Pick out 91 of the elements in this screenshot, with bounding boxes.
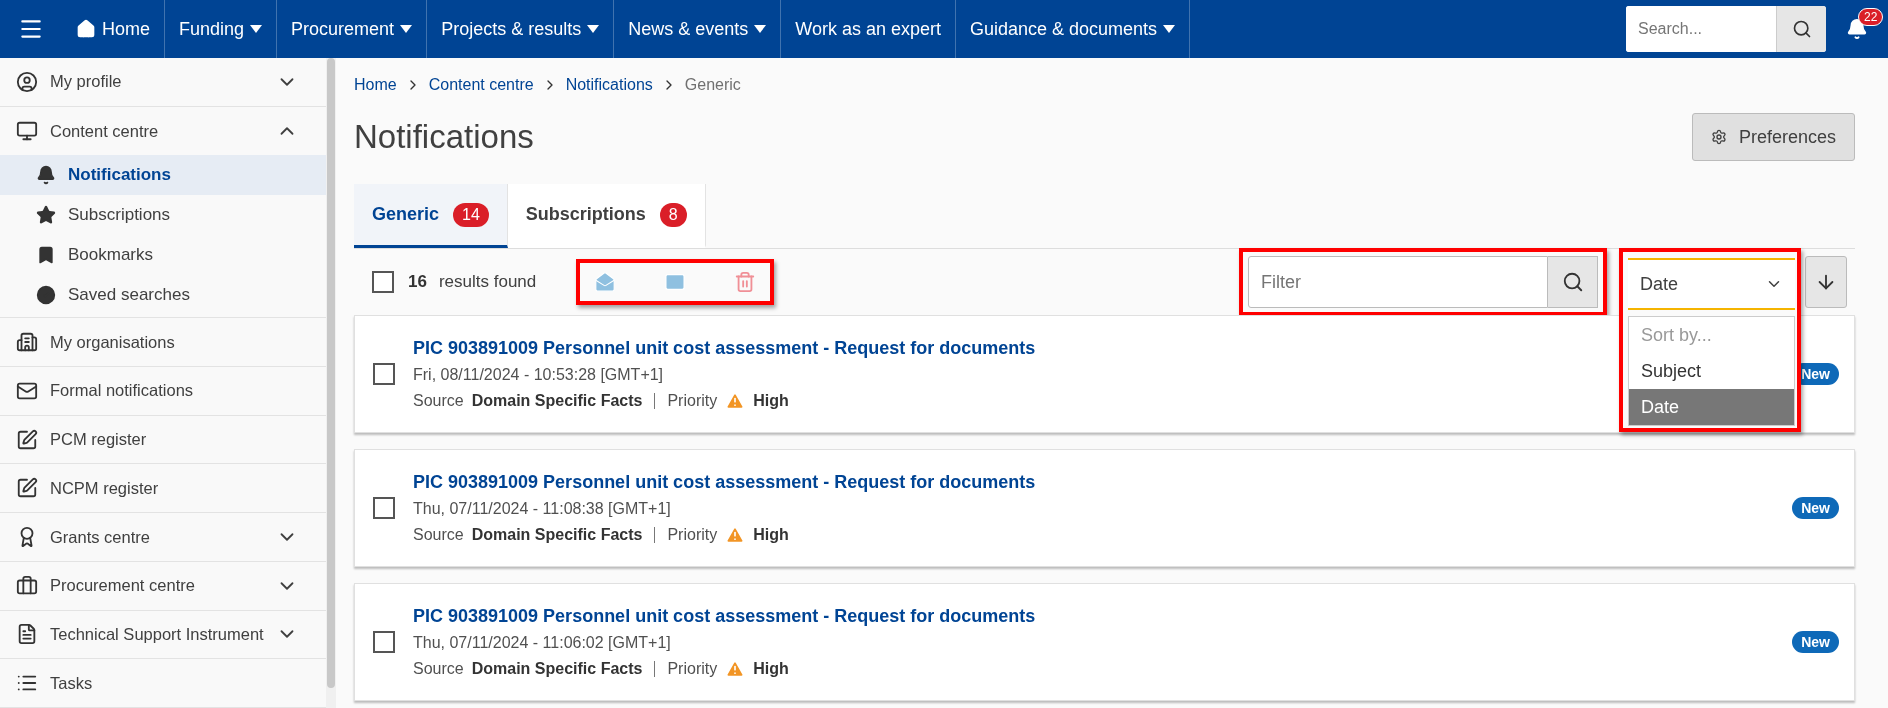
- sidebar-item[interactable]: Procurement centre: [0, 561, 326, 611]
- notifications-button[interactable]: 22: [1826, 0, 1888, 58]
- sidebar-subitem[interactable]: Bookmarks: [0, 235, 326, 276]
- caret-icon: [1163, 25, 1176, 33]
- nav-link[interactable]: Work as an expert: [781, 0, 956, 58]
- nav-label: Funding: [179, 18, 245, 40]
- notification-count: 22: [1858, 8, 1884, 26]
- search-icon: [1561, 271, 1584, 293]
- bookmark-icon: [36, 245, 56, 266]
- count-badge: 14: [453, 202, 489, 227]
- caret-icon: [250, 25, 263, 33]
- user-circle-icon: [16, 70, 38, 93]
- bell-icon: [36, 165, 56, 186]
- sidebar-item[interactable]: Tasks: [0, 659, 326, 708]
- pen-square-icon: [16, 428, 38, 451]
- source-value: Domain Specific Facts: [471, 525, 643, 544]
- nav-link[interactable]: Projects & results: [427, 0, 615, 58]
- nav-label: Procurement: [291, 18, 395, 40]
- notification-date: Thu, 07/11/2024 - 11:06:02 [GMT+1]: [413, 633, 671, 652]
- source-label: Source: [413, 659, 464, 678]
- preferences-button[interactable]: Preferences: [1691, 113, 1855, 161]
- dropdown-option[interactable]: Date: [1629, 389, 1794, 425]
- result-count: 16: [408, 272, 427, 292]
- sidebar-item[interactable]: Content centre: [0, 106, 326, 156]
- count-badge: 8: [659, 202, 687, 227]
- result-label: results found: [438, 272, 537, 292]
- priority-label: Priority: [667, 391, 718, 410]
- monitor-icon: [16, 120, 38, 143]
- sidebar-item[interactable]: NCPM register: [0, 464, 326, 514]
- new-badge: New: [1792, 497, 1839, 519]
- source-value: Domain Specific Facts: [471, 659, 643, 678]
- priority-label: Priority: [667, 659, 718, 678]
- nav-label: News & events: [628, 18, 749, 40]
- caret-icon: [587, 25, 600, 33]
- priority-label: Priority: [667, 525, 718, 544]
- source-label: Source: [413, 391, 464, 410]
- source-label: Source: [413, 525, 464, 544]
- nav-link[interactable]: Guidance & documents: [955, 0, 1191, 58]
- sidebar-subitem[interactable]: Subscriptions: [0, 195, 326, 236]
- breadcrumb-link[interactable]: Home: [354, 76, 397, 94]
- notification-date: Thu, 07/11/2024 - 11:08:38 [GMT+1]: [413, 499, 671, 518]
- checkbox[interactable]: [373, 363, 395, 385]
- nav-label: Guidance & documents: [969, 18, 1158, 40]
- priority-value: High: [753, 391, 789, 410]
- priority-value: High: [753, 525, 789, 544]
- filter-field[interactable]: Filter: [1248, 256, 1548, 308]
- notification-title[interactable]: PIC 903891009 Personnel unit cost assessment - Request for documents: [413, 605, 1036, 627]
- new-badge: New: [1792, 631, 1839, 653]
- nav-label: Home: [102, 18, 150, 40]
- nav-label: Work as an expert: [795, 18, 941, 40]
- page-title: Notifications: [354, 118, 534, 156]
- breadcrumb-link[interactable]: Notifications: [565, 76, 653, 94]
- sidebar-item[interactable]: My organisations: [0, 318, 326, 368]
- dropdown-option-disabled: Sort by...: [1640, 323, 1713, 347]
- sidebar-item[interactable]: PCM register: [0, 415, 326, 465]
- pen-square-icon: [16, 477, 38, 500]
- home-icon: [76, 19, 96, 39]
- breadcrumb-link[interactable]: Content centre: [428, 76, 534, 94]
- select-all-checkbox[interactable]: [372, 271, 394, 293]
- notification-date: Fri, 08/11/2024 - 10:53:28 [GMT+1]: [413, 365, 664, 384]
- sidebar-subitem[interactable]: Saved searches: [0, 275, 326, 316]
- building-icon: [16, 331, 38, 354]
- document-icon: [16, 623, 38, 646]
- search-field[interactable]: Search...: [1626, 6, 1826, 52]
- briefcase-icon: [16, 574, 38, 597]
- source-value: Domain Specific Facts: [471, 391, 643, 410]
- checkbox[interactable]: [373, 497, 395, 519]
- sort-select[interactable]: Date: [1628, 258, 1795, 310]
- caret-icon: [754, 25, 767, 33]
- nav-link[interactable]: News & events: [614, 0, 782, 58]
- gear-icon: [1710, 129, 1727, 145]
- sidebar-item[interactable]: My profile: [0, 58, 326, 107]
- nav-label: Projects & results: [441, 18, 582, 40]
- sort-direction-button[interactable]: [1805, 256, 1847, 308]
- notification-title[interactable]: PIC 903891009 Personnel unit cost assessment - Request for documents: [413, 471, 1036, 493]
- sidebar-item[interactable]: Formal notifications: [0, 367, 326, 416]
- breadcrumb-current-page: Generic: [684, 76, 741, 94]
- sidebar-subitem[interactable]: Notifications: [0, 155, 326, 196]
- checkbox[interactable]: [373, 631, 395, 653]
- tab[interactable]: Generic 14: [354, 184, 508, 248]
- search-icon: [1791, 19, 1812, 39]
- scrollbar-thumb[interactable]: [326, 58, 335, 688]
- tab[interactable]: Subscriptions 8: [507, 184, 706, 248]
- star-icon: [36, 205, 56, 226]
- caret-icon: [400, 25, 413, 33]
- sidebar-item[interactable]: Grants centre: [0, 513, 326, 562]
- search-button[interactable]: [1776, 6, 1826, 52]
- priority-value: High: [753, 659, 789, 678]
- search-button[interactable]: [1548, 256, 1598, 308]
- notification-title[interactable]: PIC 903891009 Personnel unit cost assessment - Request for documents: [413, 337, 1036, 359]
- sidebar-item[interactable]: Technical Support Instrument: [0, 610, 326, 660]
